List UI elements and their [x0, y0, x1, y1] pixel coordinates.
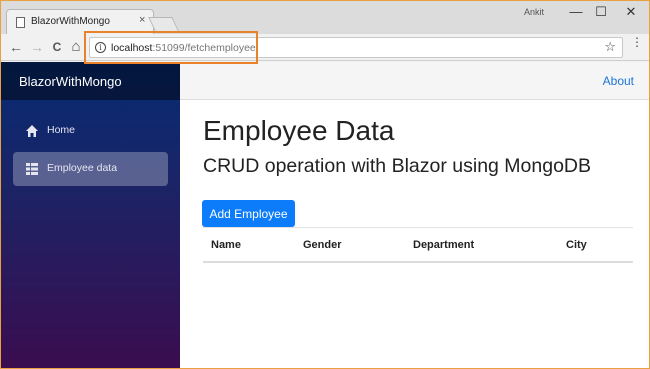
employee-table: Name Gender Department City: [203, 227, 633, 263]
page-subtitle: CRUD operation with Blazor using MongoDB: [203, 155, 592, 177]
about-link[interactable]: About: [603, 74, 634, 88]
tab-close-icon[interactable]: ×: [139, 14, 145, 26]
title-bar: BlazorWithMongo × Ankit — ☐ ✕: [1, 1, 649, 35]
sidebar-item-label: Home: [47, 124, 76, 136]
column-header-city: City: [566, 239, 587, 251]
star-icon[interactable]: ☆: [604, 39, 616, 55]
column-header-gender: Gender: [303, 239, 342, 251]
list-icon: [26, 163, 38, 175]
close-window-button[interactable]: ✕: [621, 4, 641, 20]
back-arrow-icon[interactable]: ←: [8, 39, 24, 55]
address-bar[interactable]: i localhost:51099/fetchemployee ☆: [89, 37, 623, 58]
url-text[interactable]: localhost:51099/fetchemployee: [111, 42, 256, 54]
column-header-name: Name: [211, 239, 241, 251]
add-employee-button[interactable]: Add Employee: [202, 200, 295, 227]
browser-window: BlazorWithMongo × Ankit — ☐ ✕ ← → C ⌂ i …: [0, 0, 650, 369]
page-title: Employee Data: [203, 115, 395, 146]
top-row: About: [180, 62, 649, 100]
profile-name[interactable]: Ankit: [524, 7, 544, 17]
url-path: :51099/fetchemployee: [152, 42, 256, 54]
reload-icon[interactable]: C: [49, 39, 65, 55]
home-icon[interactable]: ⌂: [68, 39, 84, 55]
sidebar-item-label: Employee data: [47, 162, 118, 174]
forward-arrow-icon[interactable]: →: [29, 39, 45, 55]
url-host: localhost: [111, 42, 153, 54]
browser-toolbar: ← → C ⌂ i localhost:51099/fetchemployee …: [1, 34, 649, 61]
home-icon: [26, 125, 38, 137]
minimize-button[interactable]: —: [566, 4, 586, 19]
maximize-button[interactable]: ☐: [591, 4, 611, 20]
blazor-app: BlazorWithMongo Home Employee data About: [1, 62, 649, 368]
info-icon[interactable]: i: [95, 42, 106, 53]
sidebar: BlazorWithMongo Home Employee data: [1, 62, 180, 368]
menu-dots-icon[interactable]: ⋮: [631, 36, 643, 48]
sidebar-item-employee-data[interactable]: Employee data: [13, 152, 168, 186]
column-header-department: Department: [413, 239, 475, 251]
brand-bar: BlazorWithMongo: [1, 62, 180, 100]
tab-title: BlazorWithMongo: [31, 16, 110, 27]
page-icon: [16, 17, 25, 28]
sidebar-item-home[interactable]: Home: [13, 114, 168, 148]
brand-link[interactable]: BlazorWithMongo: [19, 74, 122, 89]
browser-tab[interactable]: BlazorWithMongo ×: [6, 9, 154, 35]
